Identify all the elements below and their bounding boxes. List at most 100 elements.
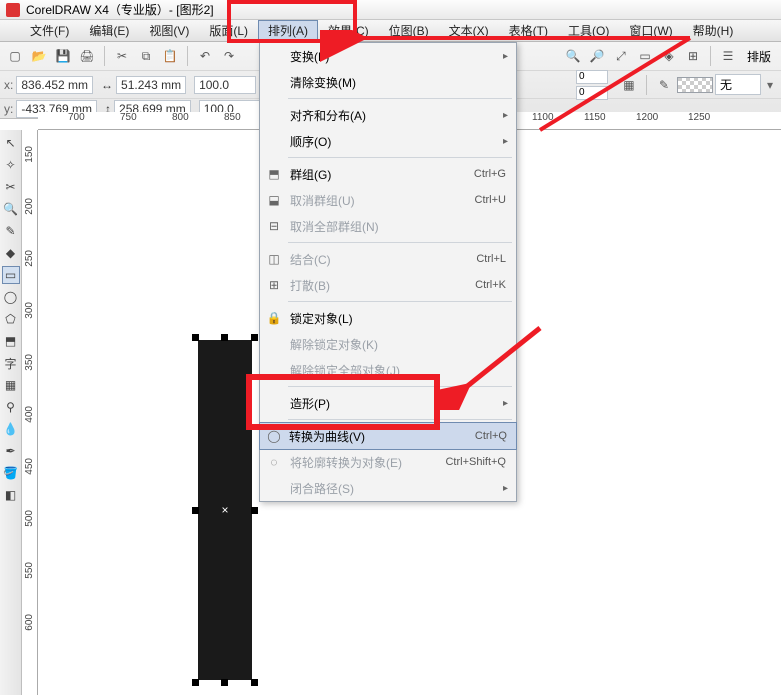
menu-bar: 文件(F) 编辑(E) 视图(V) 版面(L) 排列(A) 效果(C) 位图(B… <box>0 20 781 42</box>
menu-text[interactable]: 文本(X) <box>439 20 499 41</box>
menu-clear-transform[interactable]: 清除变换(M) <box>260 69 516 95</box>
menu-ungroup[interactable]: ⬓取消群组(U)Ctrl+U <box>260 187 516 213</box>
menu-effects[interactable]: 效果(C) <box>318 20 379 41</box>
menu-outline-to-object[interactable]: ◌将轮廓转换为对象(E)Ctrl+Shift+Q <box>260 449 516 475</box>
selected-rectangle[interactable]: × <box>198 340 252 680</box>
shape-tool-icon[interactable]: ✧ <box>2 156 20 174</box>
ellipse-tool-icon[interactable]: ◯ <box>2 288 20 306</box>
text-tool-icon[interactable]: 字 <box>2 354 20 372</box>
spin-a[interactable] <box>576 70 608 84</box>
redo-icon[interactable]: ↷ <box>218 45 240 67</box>
ruler-tick: 450 <box>24 458 35 475</box>
zoom-all-icon[interactable]: ⊞ <box>682 45 704 67</box>
menu-break[interactable]: ⊞打散(B)Ctrl+K <box>260 272 516 298</box>
window-title: CorelDRAW X4（专业版）- [图形2] <box>26 1 214 18</box>
outline-obj-icon: ◌ <box>266 454 282 470</box>
width-value[interactable]: 51.243 mm <box>116 76 186 94</box>
zoom-in-icon[interactable]: 🔍 <box>562 45 584 67</box>
handle-w[interactable] <box>192 507 199 514</box>
basic-shapes-icon[interactable]: ⬒ <box>2 332 20 350</box>
layout-panel-icon[interactable]: ☰ <box>717 45 739 67</box>
rectangle-tool-icon[interactable]: ▭ <box>2 266 20 284</box>
menu-lock[interactable]: 🔒锁定对象(L) <box>260 305 516 331</box>
menu-convert-to-curves[interactable]: ◯转换为曲线(V)Ctrl+Q <box>259 422 517 450</box>
menu-shaping[interactable]: 造形(P) <box>260 390 516 416</box>
menu-tools[interactable]: 工具(O) <box>558 20 619 41</box>
ruler-tick: 300 <box>24 302 35 319</box>
handle-n[interactable] <box>221 334 228 341</box>
handle-nw[interactable] <box>192 334 199 341</box>
freehand-tool-icon[interactable]: ✎ <box>2 222 20 240</box>
polygon-tool-icon[interactable]: ⬠ <box>2 310 20 328</box>
ungroup-all-icon: ⊟ <box>266 218 282 234</box>
print-icon[interactable]: 🖨 <box>76 45 98 67</box>
ruler-tick: 500 <box>24 510 35 527</box>
menu-help[interactable]: 帮助(H) <box>683 20 744 41</box>
menu-edit[interactable]: 编辑(E) <box>79 20 139 41</box>
handle-se[interactable] <box>251 679 258 686</box>
margin-spinners[interactable] <box>576 70 608 100</box>
ruler-tick: 1150 <box>584 112 606 123</box>
crop-tool-icon[interactable]: ✂ <box>2 178 20 196</box>
zoom-sel-icon[interactable]: ◈ <box>658 45 680 67</box>
outline-pen-icon[interactable]: ✎ <box>653 74 675 96</box>
ruler-tick: 150 <box>24 146 35 163</box>
menu-align[interactable]: 对齐和分布(A) <box>260 102 516 128</box>
menu-combine[interactable]: ◫结合(C)Ctrl+L <box>260 246 516 272</box>
fill-tool-icon[interactable]: 🪣 <box>2 464 20 482</box>
open-icon[interactable]: 📂 <box>28 45 50 67</box>
group-icon: ⬒ <box>266 166 282 182</box>
menu-transform[interactable]: 变换(F) <box>260 43 516 69</box>
handle-s[interactable] <box>221 679 228 686</box>
handle-sw[interactable] <box>192 679 199 686</box>
menu-window[interactable]: 窗口(W) <box>619 20 682 41</box>
smart-fill-icon[interactable]: ◆ <box>2 244 20 262</box>
eyedropper-tool-icon[interactable]: 💧 <box>2 420 20 438</box>
handle-ne[interactable] <box>251 334 258 341</box>
dropdown-chevron-icon[interactable]: ▾ <box>763 78 777 92</box>
lock-icon: 🔒 <box>266 310 282 326</box>
pick-tool-icon[interactable]: ↖ <box>2 134 20 152</box>
title-bar: CorelDRAW X4（专业版）- [图形2] <box>0 0 781 20</box>
cut-icon[interactable]: ✂ <box>111 45 133 67</box>
menu-unlock-all[interactable]: 解除锁定全部对象(J) <box>260 357 516 383</box>
ruler-tick: 200 <box>24 198 35 215</box>
menu-table[interactable]: 表格(T) <box>499 20 558 41</box>
outline-tool-icon[interactable]: ✒ <box>2 442 20 460</box>
menu-arrange[interactable]: 排列(A) <box>258 20 318 41</box>
interactive-tool-icon[interactable]: ⚲ <box>2 398 20 416</box>
paste-icon[interactable]: 📋 <box>159 45 181 67</box>
cell-options-icon[interactable]: ▦ <box>618 74 640 96</box>
menu-bitmaps[interactable]: 位图(B) <box>379 20 439 41</box>
x-value[interactable]: 836.452 mm <box>16 76 93 94</box>
menu-group[interactable]: ⬒群组(G)Ctrl+G <box>260 161 516 187</box>
app-icon <box>6 3 20 17</box>
save-icon[interactable]: 💾 <box>52 45 74 67</box>
zoom-page-icon[interactable]: ▭ <box>634 45 656 67</box>
fill-mode-dropdown[interactable]: 无 <box>715 74 761 95</box>
layout-panel-label[interactable]: 排版 <box>741 48 777 65</box>
new-icon[interactable]: ▢ <box>4 45 26 67</box>
ruler-vertical: 150 200 250 300 350 400 450 500 550 600 <box>22 130 38 695</box>
menu-layout[interactable]: 版面(L) <box>199 20 258 41</box>
menu-unlock[interactable]: 解除锁定对象(K) <box>260 331 516 357</box>
break-icon: ⊞ <box>266 277 282 293</box>
toolbox: ↖ ✧ ✂ 🔍 ✎ ◆ ▭ ◯ ⬠ ⬒ 字 ▦ ⚲ 💧 ✒ 🪣 ◧ <box>0 130 22 695</box>
handle-e[interactable] <box>251 507 258 514</box>
ruler-tick: 850 <box>224 112 241 123</box>
scale-x-value[interactable]: 100.0 <box>194 76 256 94</box>
fill-swatch[interactable] <box>677 77 713 93</box>
zoom-out-icon[interactable]: 🔎 <box>586 45 608 67</box>
menu-ungroup-all[interactable]: ⊟取消全部群组(N) <box>260 213 516 239</box>
zoom-fit-icon[interactable]: ⤢ <box>610 45 632 67</box>
interactive-fill-icon[interactable]: ◧ <box>2 486 20 504</box>
menu-close-path[interactable]: 闭合路径(S) <box>260 475 516 501</box>
table-tool-icon[interactable]: ▦ <box>2 376 20 394</box>
copy-icon[interactable]: ⧉ <box>135 45 157 67</box>
spin-b[interactable] <box>576 86 608 100</box>
menu-file[interactable]: 文件(F) <box>20 20 79 41</box>
menu-order[interactable]: 顺序(O) <box>260 128 516 154</box>
menu-view[interactable]: 视图(V) <box>139 20 199 41</box>
zoom-tool-icon[interactable]: 🔍 <box>2 200 20 218</box>
undo-icon[interactable]: ↶ <box>194 45 216 67</box>
